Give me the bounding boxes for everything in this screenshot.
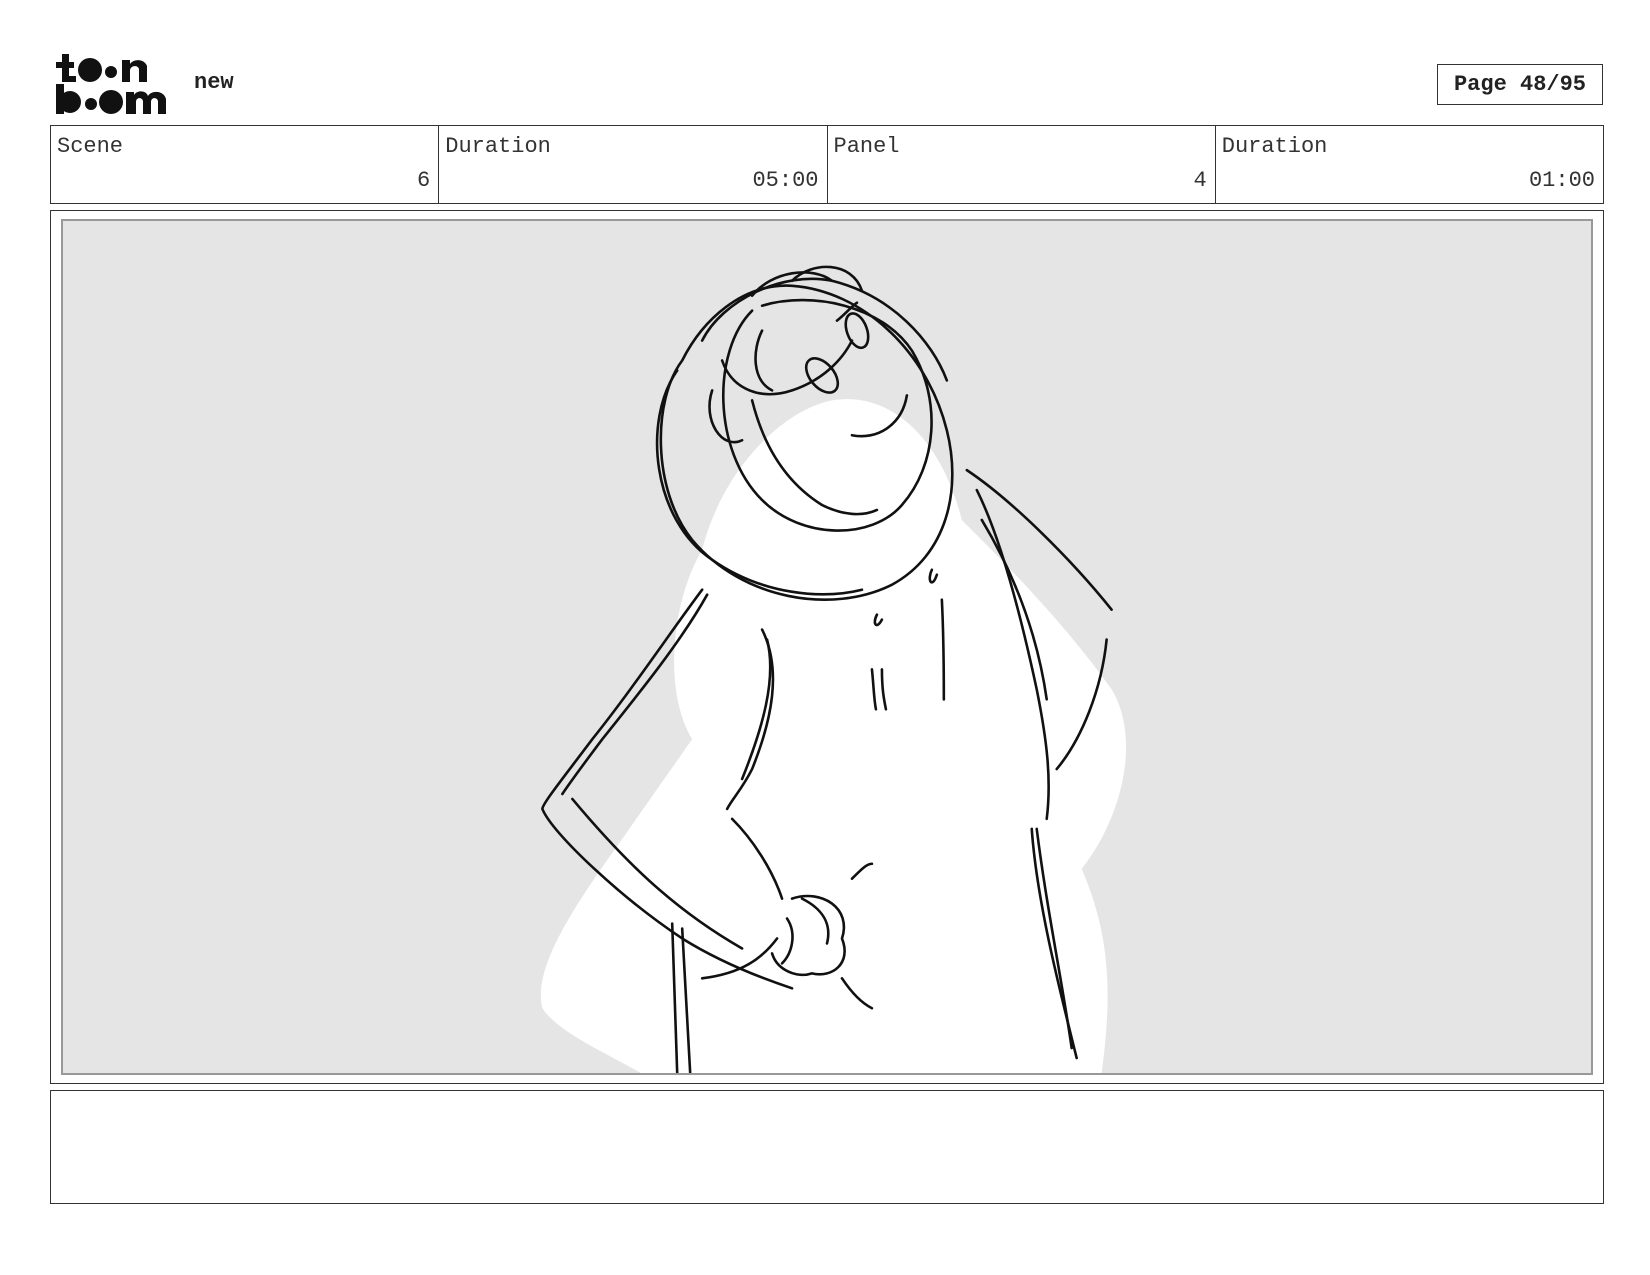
- toon-boom-logo: [56, 54, 166, 114]
- scene-cell: Scene 6: [51, 126, 440, 203]
- scene-value: 6: [417, 168, 431, 193]
- scene-duration-cell: Duration 05:00: [439, 126, 828, 203]
- panel-duration-value: 01:00: [1528, 168, 1595, 193]
- storyboard-panel-frame: [50, 210, 1604, 1084]
- page-indicator: Page 48/95: [1437, 64, 1603, 105]
- panel-duration-label: Duration: [1221, 134, 1328, 159]
- panel-info-row: Scene 6 Duration 05:00 Panel 4 Duration …: [50, 125, 1604, 204]
- scene-duration-label: Duration: [445, 134, 551, 159]
- project-name: new: [194, 70, 234, 95]
- character-sketch: [540, 265, 1127, 1073]
- storyboard-panel-image: [61, 219, 1593, 1075]
- panel-notes-box: [50, 1090, 1604, 1204]
- scene-label: Scene: [57, 134, 124, 159]
- panel-value: 4: [1193, 168, 1207, 193]
- panel-label: Panel: [833, 134, 900, 159]
- panel-cell: Panel 4: [828, 126, 1216, 203]
- scene-duration-value: 05:00: [752, 168, 819, 193]
- panel-duration-cell: Duration 01:00: [1216, 126, 1603, 203]
